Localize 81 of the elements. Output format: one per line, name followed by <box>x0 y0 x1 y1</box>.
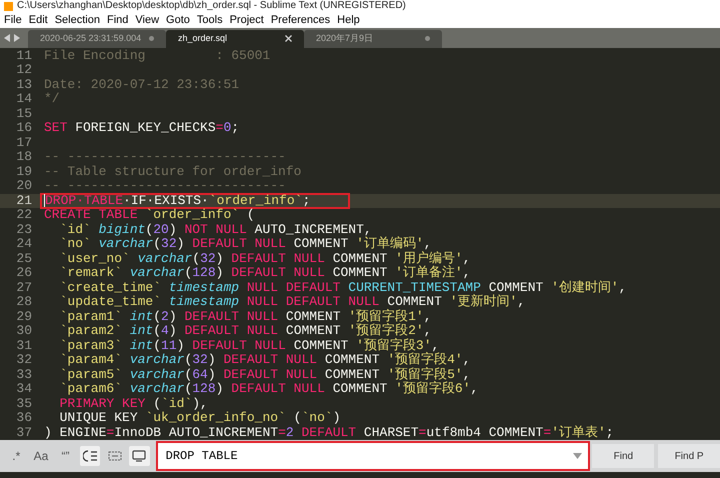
find-option-toggle[interactable]: Aa <box>30 446 52 466</box>
line-number: 32 <box>15 353 32 368</box>
line-number: 35 <box>15 396 32 411</box>
find-option-toggle[interactable]: “” <box>55 446 76 466</box>
menu-item[interactable]: Preferences <box>270 14 330 27</box>
line-number: 33 <box>15 368 32 382</box>
find-button[interactable]: Find P <box>658 444 720 468</box>
line-number: 20 <box>15 179 32 194</box>
line-number: 29 <box>15 310 32 324</box>
line-number: 17 <box>15 136 32 150</box>
find-option-toggle[interactable] <box>129 446 150 466</box>
find-option-toggle[interactable] <box>80 446 100 466</box>
code-line: `param2` int(4) DEFAULT NULL COMMENT '预留字段2', <box>58 324 432 338</box>
menu-item[interactable]: Edit <box>28 14 48 27</box>
line-number: 13 <box>15 78 32 92</box>
code-line: `no` varchar(32) DEFAULT NULL COMMENT '订单编码', <box>58 237 432 252</box>
code-line: `create_time` timestamp NULL DEFAULT CURRENT_TIMESTAMP COMMENT '创建时间', <box>58 280 627 295</box>
code-line: UNIQUE KEY `uk_order_info_no` (`no`) <box>58 411 340 426</box>
menu-item[interactable]: Project <box>230 14 264 27</box>
code-line: DROP·TABLE·IF·EXISTS·`order_info`; <box>45 194 310 208</box>
tab[interactable]: zh_order.sql <box>166 30 304 48</box>
line-number: 28 <box>15 295 32 310</box>
tab-scroll-icon[interactable] <box>4 34 20 42</box>
line-number: 36 <box>15 411 32 426</box>
menu-item[interactable]: Find <box>106 14 128 27</box>
menu-item[interactable]: Goto <box>166 14 190 27</box>
code-line: File Encoding : 65001 <box>44 48 270 63</box>
code-line: -- ---------------------------- <box>44 150 286 164</box>
code-line: `id` bigint(20) NOT NULL AUTO_INCREMENT, <box>58 222 372 237</box>
line-number: 14 <box>15 92 32 106</box>
code-line: PRIMARY KEY (`id`), <box>58 396 208 411</box>
code-line: `param3` int(11) DEFAULT NULL COMMENT '预留字段3', <box>58 338 440 353</box>
line-number: 24 <box>15 237 32 252</box>
app-icon <box>4 2 13 11</box>
line-number: 37 <box>15 426 32 440</box>
code-line: `param4` varchar(32) DEFAULT NULL COMMENT '预留字段4', <box>58 353 471 368</box>
line-number: 23 <box>15 222 32 237</box>
line-number: 26 <box>15 266 32 280</box>
code-line: `param6` varchar(128) DEFAULT NULL COMMENT '预留字段6', <box>58 382 478 396</box>
in-selection-icon <box>108 450 122 462</box>
find-option-toggle[interactable]: .* <box>6 446 27 466</box>
line-number: 19 <box>15 164 32 179</box>
code-line: `remark` varchar(128) DEFAULT NULL COMMENT '订单备注', <box>58 266 471 280</box>
code-line: */ <box>44 92 60 106</box>
line-number: 18 <box>15 150 32 164</box>
tab[interactable]: 2020年7月9日 <box>304 30 442 48</box>
menu-item[interactable]: File <box>4 14 22 27</box>
line-number: 12 <box>15 63 32 78</box>
menu-item[interactable]: Selection <box>54 14 100 27</box>
code-line: `param1` int(2) DEFAULT NULL COMMENT '预留字段1', <box>58 310 432 324</box>
line-number: 25 <box>15 252 32 266</box>
code-line: -- Table structure for order_info <box>44 164 302 179</box>
line-number: 34 <box>15 382 32 396</box>
code-line: -- ---------------------------- <box>44 179 286 194</box>
line-number: 30 <box>15 324 32 338</box>
dropdown-caret-icon[interactable] <box>573 453 582 460</box>
close-icon[interactable] <box>285 35 292 42</box>
code-line: CREATE TABLE `order_info` ( <box>44 208 255 222</box>
line-number: 27 <box>15 280 32 295</box>
code-line: `update_time` timestamp NULL DEFAULT NULL COMMENT '更新时间', <box>58 295 526 310</box>
window-title: C:\Users\zhanghan\Desktop\desktop\db\zh_order.sql - Sublime Text (UNREGISTERED) <box>17 0 406 12</box>
menu-item[interactable]: View <box>135 14 160 27</box>
highlight-icon <box>132 450 146 462</box>
line-number: 15 <box>15 106 32 121</box>
code-line: ) ENGINE=InnoDB AUTO_INCREMENT=2 DEFAULT CHARSET=utf8mb4 COMMENT='订单表'; <box>44 426 614 440</box>
find-field[interactable]: DROP TABLE <box>158 443 588 470</box>
line-number: 31 <box>15 338 32 353</box>
line-number: 16 <box>15 121 32 136</box>
code-line: SET FOREIGN_KEY_CHECKS=0; <box>44 121 240 136</box>
menu-item[interactable]: Help <box>337 14 360 27</box>
tab[interactable]: 2020-06-25 23:31:59.004 <box>28 30 166 48</box>
text-cursor <box>44 194 45 208</box>
code-line: Date: 2020-07-12 23:36:51 <box>44 78 240 92</box>
code-line: `param5` varchar(64) DEFAULT NULL COMMENT '预留字段5', <box>58 368 471 382</box>
wrap-icon <box>83 450 98 462</box>
code-line: `user_no` varchar(32) DEFAULT NULL COMMENT '用户编号', <box>58 252 471 266</box>
line-number: 21 <box>15 194 32 208</box>
find-button[interactable]: Find <box>592 444 654 468</box>
line-number: 22 <box>15 208 32 222</box>
menu-item[interactable]: Tools <box>196 14 223 27</box>
line-number: 11 <box>15 48 32 63</box>
